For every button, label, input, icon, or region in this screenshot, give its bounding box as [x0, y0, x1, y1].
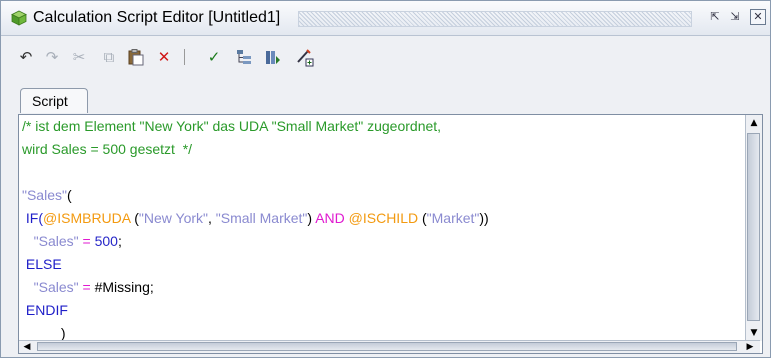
scroll-right-icon[interactable]: ▶ [742, 339, 758, 353]
code-member: "Sales" [33, 233, 79, 249]
code-line-5: IF(@ISMBRUDA ("New York", "Small Market"… [22, 207, 489, 229]
code-operator: AND [315, 210, 345, 226]
code-paren: ( [130, 210, 139, 226]
vertical-scrollbar[interactable]: ▲ ▼ [745, 115, 762, 341]
toolbar-separator [184, 49, 185, 65]
code-semicolon: ; [117, 233, 122, 249]
code-string: "Small Market" [215, 210, 308, 226]
code-function: @ISCHILD [348, 210, 419, 226]
code-line-6: "Sales" = 500; [22, 230, 122, 252]
code-keyword: IF( [25, 210, 43, 226]
tab-script-label: Script [32, 93, 68, 109]
code-string: "Market" [426, 210, 480, 226]
title-bar[interactable]: Calculation Script Editor [Untitled1] ⇱ … [1, 1, 770, 36]
paste-icon[interactable] [126, 47, 146, 67]
tab-script[interactable]: Script [20, 88, 88, 113]
dock-icon[interactable]: ⇲ [727, 9, 743, 25]
members-icon[interactable] [263, 47, 283, 67]
calc-script-editor-window: Calculation Script Editor [Untitled1] ⇱ … [0, 0, 771, 358]
code-semicolon: ; [149, 279, 154, 295]
title-bar-grip [298, 11, 692, 27]
code-line-9: ENDIF [22, 299, 68, 321]
code-string: "New York" [138, 210, 208, 226]
code-number: 500 [94, 233, 118, 249]
code-member: "Sales" [33, 279, 79, 295]
code-keyword: ELSE [25, 256, 62, 272]
scroll-up-icon[interactable]: ▲ [746, 115, 762, 131]
float-icon[interactable]: ⇱ [707, 9, 723, 25]
code-area[interactable]: /* ist dem Element "New York" das UDA "S… [19, 115, 746, 341]
window-title: Calculation Script Editor [Untitled1] [33, 9, 281, 26]
code-comma: , [208, 210, 216, 226]
outline-icon[interactable] [234, 47, 254, 67]
code-paren: ) [60, 325, 66, 341]
insert-function-icon[interactable] [295, 47, 315, 67]
code-operator: = [78, 233, 95, 249]
code-function: @ISMBRUDA [43, 210, 131, 226]
cut-icon[interactable]: ✂ [69, 47, 89, 67]
script-editor[interactable]: /* ist dem Element "New York" das UDA "S… [18, 114, 763, 354]
cube-icon [11, 10, 27, 26]
code-comment: /* ist dem Element "New York" das UDA "S… [22, 118, 442, 134]
vertical-scroll-thumb[interactable] [747, 133, 760, 321]
tab-strip: Script [1, 76, 770, 114]
check-icon[interactable]: ✓ [204, 47, 224, 67]
copy-icon[interactable]: ⧉ [99, 47, 119, 67]
code-line-7: ELSE [22, 253, 62, 275]
horizontal-scroll-thumb[interactable] [37, 342, 737, 351]
code-operator: = [78, 279, 95, 295]
delete-icon[interactable]: ✕ [154, 47, 174, 67]
scroll-left-icon[interactable]: ◀ [19, 339, 35, 353]
code-value: #Missing [94, 279, 150, 295]
code-line-8: "Sales" = #Missing; [22, 276, 154, 298]
code-keyword: ENDIF [25, 302, 68, 318]
code-line-4: "Sales"( [22, 184, 72, 206]
code-comment: wird Sales = 500 gesetzt */ [22, 141, 193, 157]
code-paren: )) [479, 210, 489, 226]
code-line-2: wird Sales = 500 gesetzt */ [22, 138, 192, 160]
code-member: "Sales" [22, 187, 67, 203]
undo-icon[interactable]: ↶ [16, 47, 36, 67]
toolbar: ↶ ↷ ✂ ⧉ ✕ ✓ [1, 36, 770, 76]
horizontal-scrollbar[interactable]: ◀ ▶ [19, 340, 760, 353]
code-paren: ( [66, 187, 72, 203]
code-line-1: /* ist dem Element "New York" das UDA "S… [22, 115, 441, 137]
code-paren: ( [418, 210, 427, 226]
redo-icon[interactable]: ↷ [42, 47, 62, 67]
close-icon[interactable]: ✕ [750, 9, 766, 25]
